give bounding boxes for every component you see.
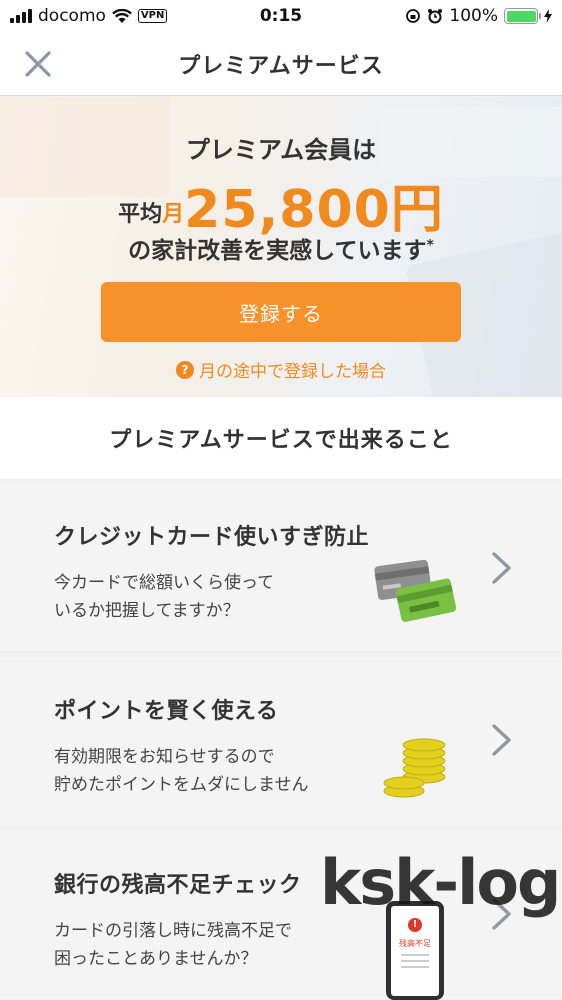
phone-low-balance-icon: ! 残高不足 — [386, 901, 444, 1000]
feature-title: ポイントを賢く使える — [54, 699, 279, 724]
help-link-label: 月の途中で登録した場合 — [199, 362, 386, 382]
feature-title: 銀行の残高不足チェック — [54, 873, 302, 898]
feature-title: クレジットカード使いすぎ防止 — [54, 525, 370, 550]
feature-card-credit-card[interactable]: クレジットカード使いすぎ防止 今カードで総額いくら使って いるか把握してますか？ — [0, 483, 562, 651]
charging-icon — [544, 9, 552, 23]
feature-card-points[interactable]: ポイントを賢く使える 有効期限をお知らせするので 貯めたポイントをムダにしません — [0, 657, 562, 825]
footnote-marker: * — [426, 237, 434, 254]
nav-bar: プレミアムサービス — [0, 32, 562, 96]
close-icon — [25, 51, 51, 77]
hero-subline-text: の家計改善を実感しています — [128, 238, 427, 264]
chevron-right-icon — [492, 552, 511, 584]
signal-icon — [10, 9, 32, 23]
feature-description-line: カードの引落し時に残高不足で — [54, 921, 292, 941]
hero-banner: プレミアム会員は 平均月25,800円 の家計改善を実感しています* 登録する … — [0, 97, 562, 397]
feature-description-line: 貯めたポイントをムダにしません — [54, 775, 309, 795]
mid-month-help-link[interactable]: ? 月の途中で登録した場合 — [0, 357, 562, 382]
status-left: docomo VPN — [10, 6, 168, 26]
carrier-name: docomo — [38, 6, 106, 26]
low-balance-badge: 残高不足 — [399, 939, 431, 948]
chevron-right-icon — [492, 898, 511, 930]
coins-icon — [383, 738, 446, 798]
question-icon: ? — [176, 360, 194, 379]
section-heading: プレミアムサービスで出来ること — [0, 397, 562, 479]
credit-cards-icon — [374, 559, 457, 622]
alarm-icon — [428, 9, 443, 24]
vpn-badge: VPN — [137, 9, 168, 23]
status-right: 100% — [405, 6, 552, 26]
feature-description: 今カードで総額いくら使って いるか把握してますか？ — [54, 569, 274, 625]
feature-description: カードの引落し時に残高不足で 困ったことありませんか？ — [54, 917, 292, 973]
feature-description-line: 今カードで総額いくら使って — [54, 573, 275, 593]
hero-prefix: 平均 — [118, 202, 163, 227]
hero-headline: プレミアム会員は — [185, 136, 377, 164]
alert-icon: ! — [408, 918, 422, 932]
hero-month: 月 — [162, 202, 185, 227]
feature-description-line: 困ったことありませんか？ — [54, 949, 258, 969]
feature-card-bank-balance[interactable]: 銀行の残高不足チェック カードの引落し時に残高不足で 困ったことありませんか？ … — [0, 831, 562, 1000]
feature-description-line: 有効期限をお知らせするので — [54, 747, 275, 767]
rotation-lock-icon — [406, 9, 421, 23]
register-button[interactable]: 登録する — [101, 282, 461, 342]
wifi-icon — [112, 8, 132, 23]
feature-description: 有効期限をお知らせするので 貯めたポイントをムダにしません — [54, 743, 309, 799]
page-title: プレミアムサービス — [178, 53, 384, 79]
status-bar: docomo VPN 0:15 100% — [0, 0, 562, 32]
hero-subline: の家計改善を実感しています* — [0, 231, 562, 265]
chevron-right-icon — [492, 724, 511, 756]
close-button[interactable] — [18, 44, 58, 84]
feature-description-line: いるか把握してますか？ — [54, 601, 240, 621]
battery-percent: 100% — [449, 6, 498, 26]
battery-icon — [504, 8, 541, 24]
